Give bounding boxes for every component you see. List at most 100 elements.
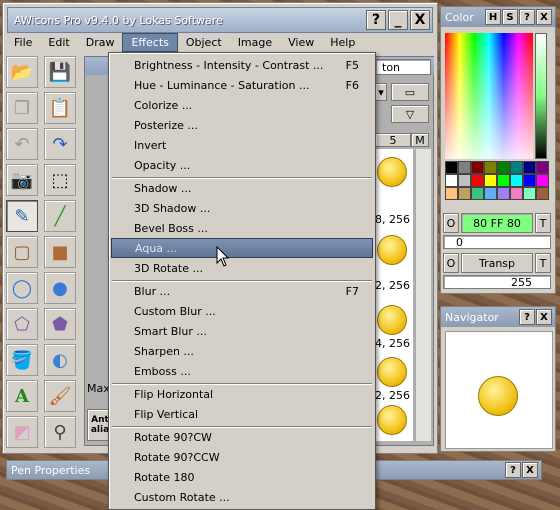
alpha-slider[interactable]: 255 <box>443 275 551 289</box>
save-icon[interactable]: 💾 <box>44 56 76 88</box>
menu-item-custom-rotate[interactable]: Custom Rotate ... <box>111 487 373 507</box>
brush-icon[interactable]: ╱ <box>44 200 76 232</box>
swatch-teal[interactable] <box>510 161 523 174</box>
swatch-navy[interactable] <box>523 161 536 174</box>
polygon-icon[interactable]: ⬠ <box>6 308 38 340</box>
color-help-button[interactable]: ? <box>519 9 535 25</box>
swatch-tan[interactable] <box>458 187 471 200</box>
menu-file[interactable]: File <box>6 34 40 51</box>
menu-effects[interactable]: Effects <box>122 32 178 52</box>
color-t-button[interactable]: T <box>535 213 551 233</box>
swatch-white[interactable] <box>445 174 458 187</box>
rectangle-icon[interactable]: ▢ <box>6 236 38 268</box>
menu-item-3d-rotate[interactable]: 3D Rotate ... <box>111 258 373 278</box>
dropdown-arrow-button[interactable]: ▾ <box>375 83 387 101</box>
menu-item-posterize[interactable]: Posterize ... <box>111 115 373 135</box>
swatch-lime[interactable] <box>497 174 510 187</box>
color-spectrum[interactable] <box>445 33 533 159</box>
undo-icon[interactable]: ↶ <box>6 128 38 160</box>
menu-item-blur[interactable]: Blur ... F7 <box>111 281 373 301</box>
menu-image[interactable]: Image <box>230 34 280 51</box>
menu-item-bevel-boss[interactable]: Bevel Boss ... <box>111 218 373 238</box>
swatch-purple[interactable] <box>536 161 549 174</box>
filled-ellipse-icon[interactable]: ● <box>44 272 76 304</box>
menu-item-flip-horizontal[interactable]: Flip Horizontal <box>111 384 373 404</box>
swatch-mint[interactable] <box>523 187 536 200</box>
transparent-button[interactable]: Transp <box>461 253 533 273</box>
smiley-thumbnail-2[interactable] <box>377 235 407 265</box>
swatch-yellow[interactable] <box>484 174 497 187</box>
transp-o-button[interactable]: O <box>443 253 459 273</box>
icon-format-dropdown[interactable]: ton <box>375 59 431 75</box>
opacity-o-button[interactable]: O <box>443 213 459 233</box>
saturation-button[interactable]: S <box>502 9 518 25</box>
swatch-lavender[interactable] <box>497 187 510 200</box>
swatch-blue[interactable] <box>523 174 536 187</box>
menu-help[interactable]: Help <box>322 34 363 51</box>
swatch-silver[interactable] <box>458 174 471 187</box>
m-button[interactable]: M <box>411 133 429 147</box>
menu-item-rotate-cw[interactable]: Rotate 90?CW <box>111 427 373 447</box>
menu-item-3d-shadow[interactable]: 3D Shadow ... <box>111 198 373 218</box>
main-titlebar[interactable]: AWicons Pro v9.4.0 by Lokas Software ? _… <box>7 7 433 33</box>
menu-item-custom-blur[interactable]: Custom Blur ... <box>111 301 373 321</box>
smiley-thumbnail-4[interactable] <box>377 357 407 387</box>
close-button[interactable]: X <box>410 10 430 30</box>
copy-icon[interactable]: ❐ <box>6 92 38 124</box>
minimize-button[interactable]: _ <box>388 10 408 30</box>
menu-item-rotate-180[interactable]: Rotate 180 <box>111 467 373 487</box>
smiley-thumbnail-3[interactable] <box>377 305 407 335</box>
swatch-sea[interactable] <box>471 187 484 200</box>
swatch-maroon[interactable] <box>471 161 484 174</box>
menu-item-opacity[interactable]: Opacity ... <box>111 155 373 175</box>
fill-bucket-icon[interactable]: 🪣 <box>6 344 38 376</box>
filled-rectangle-icon[interactable]: ■ <box>44 236 76 268</box>
menu-item-brightness[interactable]: Brightness - Intensity - Contrast ... F5 <box>111 55 373 75</box>
hex-color-field[interactable]: 80 FF 80 <box>461 213 533 233</box>
menu-edit[interactable]: Edit <box>40 34 77 51</box>
swatch-black[interactable] <box>445 161 458 174</box>
paste-icon[interactable]: 📋 <box>44 92 76 124</box>
navigator-close-button[interactable]: X <box>536 309 552 325</box>
swatch-gray[interactable] <box>458 161 471 174</box>
transp-t-button[interactable]: T <box>535 253 551 273</box>
pencil-icon[interactable]: ✎ <box>6 200 38 232</box>
menu-item-sharpen[interactable]: Sharpen ... <box>111 341 373 361</box>
menu-item-hue[interactable]: Hue - Luminance - Saturation ... F6 <box>111 75 373 95</box>
smiley-thumbnail-5[interactable] <box>377 405 407 435</box>
menu-view[interactable]: View <box>280 34 322 51</box>
menu-item-flip-vertical[interactable]: Flip Vertical <box>111 404 373 424</box>
menu-item-rotate-ccw[interactable]: Rotate 90?CCW <box>111 447 373 467</box>
swatch-sky[interactable] <box>484 187 497 200</box>
swatch-red[interactable] <box>471 174 484 187</box>
swatch-green[interactable] <box>497 161 510 174</box>
eraser-icon[interactable]: ◩ <box>6 416 38 448</box>
list-scrollbar[interactable] <box>415 149 431 441</box>
minus-shape-button[interactable]: ▭ <box>391 83 429 101</box>
menu-item-aqua[interactable]: Aqua ... <box>111 238 373 258</box>
filled-polygon-icon[interactable]: ⬟ <box>44 308 76 340</box>
navigator-help-button[interactable]: ? <box>519 309 535 325</box>
swatch-brown[interactable] <box>536 187 549 200</box>
down-shape-button[interactable]: ▽ <box>391 105 429 123</box>
luminance-slider[interactable] <box>535 33 547 159</box>
help-button[interactable]: ? <box>366 10 386 30</box>
swatch-magenta[interactable] <box>536 174 549 187</box>
hue-button[interactable]: H <box>485 9 501 25</box>
redo-icon[interactable]: ↷ <box>44 128 76 160</box>
menu-object[interactable]: Object <box>178 34 230 51</box>
menu-item-smart-blur[interactable]: Smart Blur ... <box>111 321 373 341</box>
menu-draw[interactable]: Draw <box>78 34 123 51</box>
navigator-preview[interactable] <box>445 331 553 449</box>
swatch-pink[interactable] <box>510 187 523 200</box>
navigator-titlebar[interactable]: Navigator ? X <box>441 307 555 327</box>
color-close-button[interactable]: X <box>536 9 552 25</box>
dropper-icon[interactable]: 🖌 <box>44 380 76 412</box>
swatch-cyan[interactable] <box>510 174 523 187</box>
color-picker-icon[interactable]: ⚲ <box>44 416 76 448</box>
pen-close-button[interactable]: X <box>522 462 538 478</box>
menu-item-invert[interactable]: Invert <box>111 135 373 155</box>
ellipse-icon[interactable]: ◯ <box>6 272 38 304</box>
pen-help-button[interactable]: ? <box>505 462 521 478</box>
color-panel-title[interactable]: Color H S ? X <box>441 7 555 27</box>
